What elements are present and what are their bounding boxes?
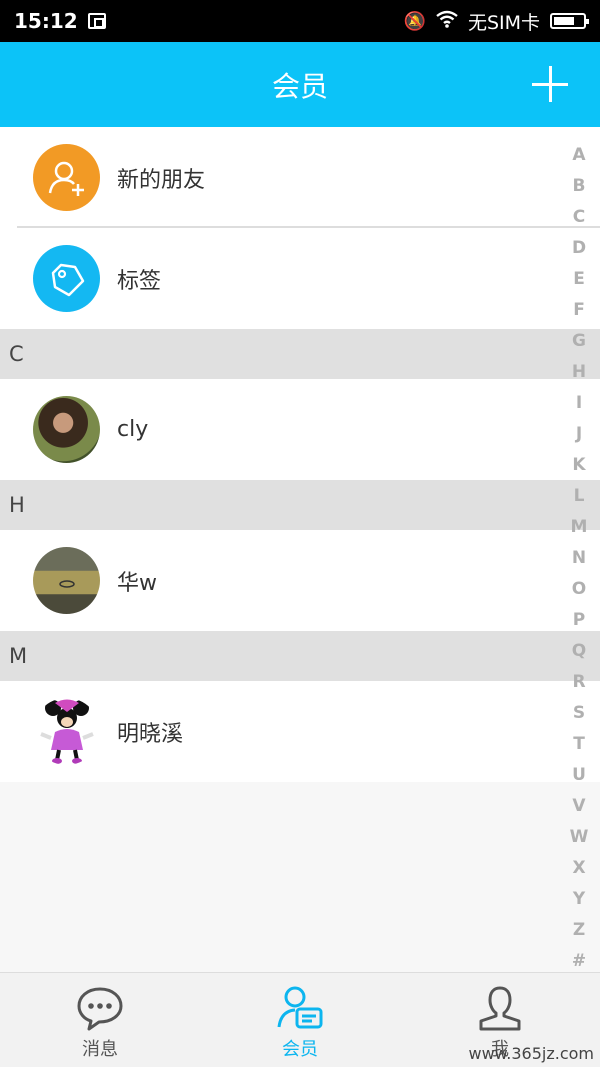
index-letter[interactable]: C — [573, 202, 585, 233]
tags-label: 标签 — [117, 268, 162, 294]
chat-bubble-icon — [77, 987, 123, 1031]
page-title: 会员 — [271, 69, 328, 103]
tag-icon — [33, 245, 100, 312]
index-letter[interactable]: D — [572, 233, 586, 264]
add-friend-icon — [33, 144, 100, 211]
index-letter[interactable]: M — [571, 512, 588, 543]
index-letter[interactable]: Y — [573, 884, 585, 915]
new-friends-item[interactable]: 新的朋友 — [0, 127, 600, 228]
wifi-icon — [436, 10, 458, 33]
index-letter[interactable]: S — [573, 698, 585, 729]
index-letter[interactable]: L — [574, 481, 585, 512]
index-letter[interactable]: H — [572, 357, 586, 388]
contact-row[interactable]: 华w — [0, 530, 600, 631]
person-icon — [479, 986, 521, 1031]
screenshot-icon — [87, 13, 106, 29]
contact-row[interactable]: 明晓溪 — [0, 681, 600, 782]
index-letter[interactable]: P — [573, 605, 585, 636]
battery-icon — [550, 13, 589, 29]
avatar — [33, 396, 100, 463]
index-letter[interactable]: E — [573, 264, 585, 295]
tags-item[interactable]: 标签 — [0, 228, 600, 329]
carrier-label: 无SIM卡 — [467, 11, 540, 34]
alphabet-index[interactable]: A B C D E F G H I J K L M N O P Q R S T U V W X Y Z # — [570, 140, 589, 977]
contact-name: 华w — [117, 570, 157, 596]
index-letter[interactable]: N — [572, 543, 586, 574]
avatar — [33, 698, 100, 765]
contact-name: 明晓溪 — [117, 721, 184, 747]
index-letter[interactable]: X — [572, 853, 585, 884]
battery-level — [554, 17, 574, 25]
tab-members-label: 会员 — [282, 1039, 318, 1060]
index-letter[interactable]: R — [572, 667, 585, 698]
contact-row[interactable]: cly — [0, 379, 600, 480]
watermark: www.365jz.com — [468, 1044, 594, 1063]
new-friends-label: 新的朋友 — [117, 167, 206, 193]
section-header-m: M — [0, 631, 600, 681]
index-letter[interactable]: U — [572, 760, 586, 791]
bell-off-icon: 🔕 — [403, 10, 426, 32]
index-letter[interactable]: V — [572, 791, 585, 822]
index-letter[interactable]: Q — [572, 636, 586, 667]
index-letter[interactable]: G — [572, 326, 586, 357]
status-indicators: 🔕 无SIM卡 — [403, 8, 589, 35]
contact-list: 新的朋友 标签 C cly H 华w M 明晓溪 — [0, 127, 600, 782]
section-header-c: C — [0, 329, 600, 379]
section-header-h: H — [0, 480, 600, 530]
member-card-icon — [277, 986, 323, 1029]
status-time: 15:12 — [14, 9, 78, 33]
index-letter[interactable]: A — [572, 140, 585, 171]
index-letter[interactable]: T — [573, 729, 585, 760]
index-letter[interactable]: J — [576, 419, 582, 450]
tab-messages[interactable]: 消息 — [0, 973, 200, 1067]
add-button[interactable] — [532, 66, 568, 102]
index-letter[interactable]: O — [572, 574, 586, 605]
tab-members[interactable]: 会员 — [200, 973, 400, 1067]
index-letter[interactable]: W — [570, 822, 589, 853]
tab-messages-label: 消息 — [82, 1039, 118, 1060]
contact-name: cly — [117, 417, 149, 442]
status-bar: 15:12 🔕 无SIM卡 — [0, 0, 600, 42]
index-letter[interactable]: I — [576, 388, 582, 419]
title-bar: 会员 — [0, 42, 600, 127]
index-letter[interactable]: K — [572, 450, 585, 481]
index-letter[interactable]: Z — [573, 915, 585, 946]
avatar — [33, 547, 100, 614]
index-letter[interactable]: B — [573, 171, 586, 202]
index-letter[interactable]: F — [573, 295, 585, 326]
